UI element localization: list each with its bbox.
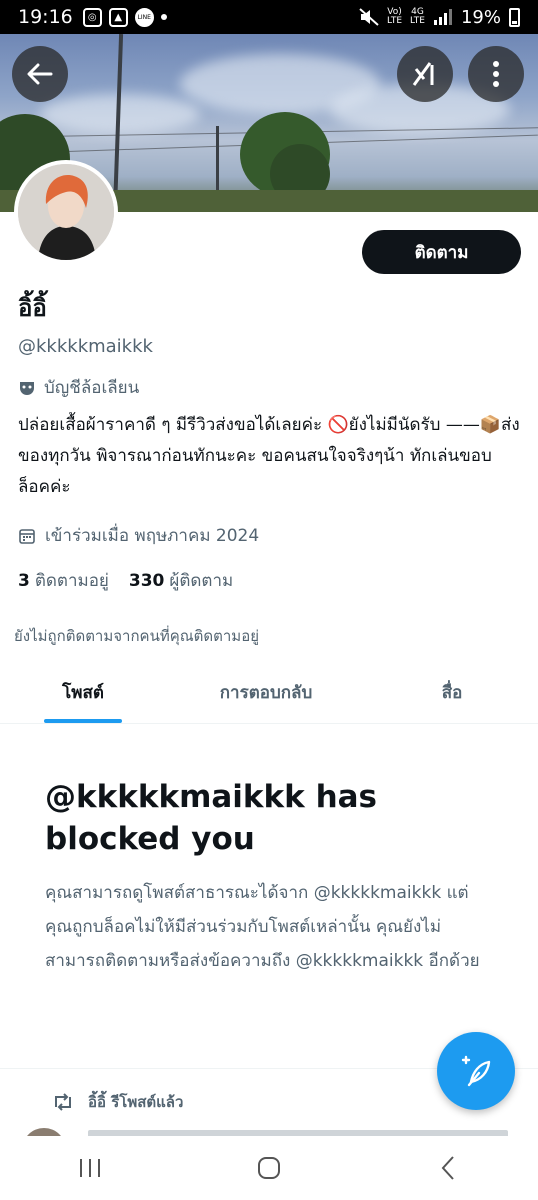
tab-posts-label: โพสต์ [62, 683, 104, 703]
battery-icon [509, 7, 520, 27]
partial-avatar [22, 1128, 66, 1136]
joined-date: เข้าร่วมเมื่อ พฤษภาคม 2024 [18, 522, 259, 549]
line-app-icon: LINE [134, 7, 154, 27]
blocked-description: คุณสามารถดูโพสต์สาธารณะได้จาก @kkkkkmaik… [45, 883, 480, 971]
home-icon [257, 1157, 280, 1179]
followers-link[interactable]: 330 ผู้ติดตาม [129, 567, 233, 594]
volte-indicator: Vo) LTE [387, 7, 403, 26]
profile-tabs: โพสต์ การตอบกลับ สื่อ [0, 662, 538, 724]
status-right: Vo) LTE 4G LTE 19% [359, 7, 520, 28]
follow-button[interactable]: ติดตาม [362, 230, 521, 274]
mute-icon [359, 8, 379, 26]
active-tab-indicator [44, 719, 122, 723]
following-count: 3 [18, 571, 30, 591]
signal-icon [433, 9, 452, 25]
not-followed-note: ยังไม่ถูกติดตามจากคนที่คุณติดตามอยู่ [14, 627, 259, 645]
joined-text: เข้าร่วมเมื่อ พฤษภาคม 2024 [45, 526, 260, 546]
notification-dot-icon [160, 14, 167, 20]
home-button[interactable] [239, 1143, 299, 1193]
tab-posts[interactable]: โพสต์ [0, 662, 166, 723]
grok-button[interactable] [397, 46, 453, 102]
profile-avatar[interactable] [14, 160, 118, 264]
compose-post-button[interactable] [437, 1032, 515, 1110]
notification-icons: ◎ ▲ LINE [82, 7, 167, 27]
tab-media[interactable]: สื่อ [366, 662, 538, 723]
grok-icon [412, 62, 434, 86]
repost-icon [55, 1093, 71, 1111]
gallery-icon: ▲ [108, 7, 128, 27]
system-navigation-bar [0, 1136, 538, 1200]
followers-count: 330 [128, 571, 165, 591]
following-label: ติดตามอยู่ [34, 571, 109, 591]
back-chevron-icon [441, 1156, 455, 1180]
partial-post-row [0, 1128, 538, 1136]
tab-replies-label: การตอบกลับ [219, 683, 313, 703]
follow-counts: 3 ติดตามอยู่ 330 ผู้ติดตาม [18, 567, 233, 594]
recent-apps-button[interactable] [60, 1143, 120, 1193]
parody-text: บัญชีล้อเลียน [44, 378, 140, 398]
arrow-left-icon [27, 63, 53, 85]
profile-bio: ปล่อยเสื้อผ้าราคาดี ๆ มีรีวิวส่งขอได้เลย… [18, 415, 520, 497]
repost-label: อิ้อิ้ รีโพสต์แล้ว [88, 1093, 184, 1111]
parody-label: บัญชีล้อเลียน [18, 374, 139, 401]
avatar-image [18, 164, 114, 260]
instagram-icon: ◎ [82, 7, 102, 27]
battery-percent: 19% [460, 6, 501, 28]
repost-indicator: อิ้อิ้ รีโพสต์แล้ว [52, 1090, 183, 1114]
system-back-button[interactable] [418, 1143, 478, 1193]
tab-replies[interactable]: การตอบกลับ [166, 662, 366, 723]
following-link[interactable]: 3 ติดตามอยู่ [18, 567, 109, 594]
mask-icon [20, 381, 34, 395]
tab-media-label: สื่อ [441, 683, 463, 703]
status-time: 19:16 [18, 6, 73, 28]
followers-label: ผู้ติดตาม [169, 571, 234, 591]
status-bar: 19:16 ◎ ▲ LINE Vo) LTE 4G LTE 19% [0, 0, 538, 34]
more-vertical-icon [493, 61, 499, 87]
user-handle: @kkkkkmaikkk [18, 336, 153, 357]
compose-feather-icon [461, 1055, 491, 1087]
display-name: อิ้อิ้ [18, 294, 47, 322]
more-options-button[interactable] [468, 46, 524, 102]
calendar-icon [19, 528, 35, 544]
network-type-indicator: 4G LTE [410, 7, 425, 26]
back-button[interactable] [12, 46, 68, 102]
recent-apps-icon [79, 1159, 100, 1177]
blocked-title: @kkkkkmaikkk has blocked you [45, 779, 378, 857]
